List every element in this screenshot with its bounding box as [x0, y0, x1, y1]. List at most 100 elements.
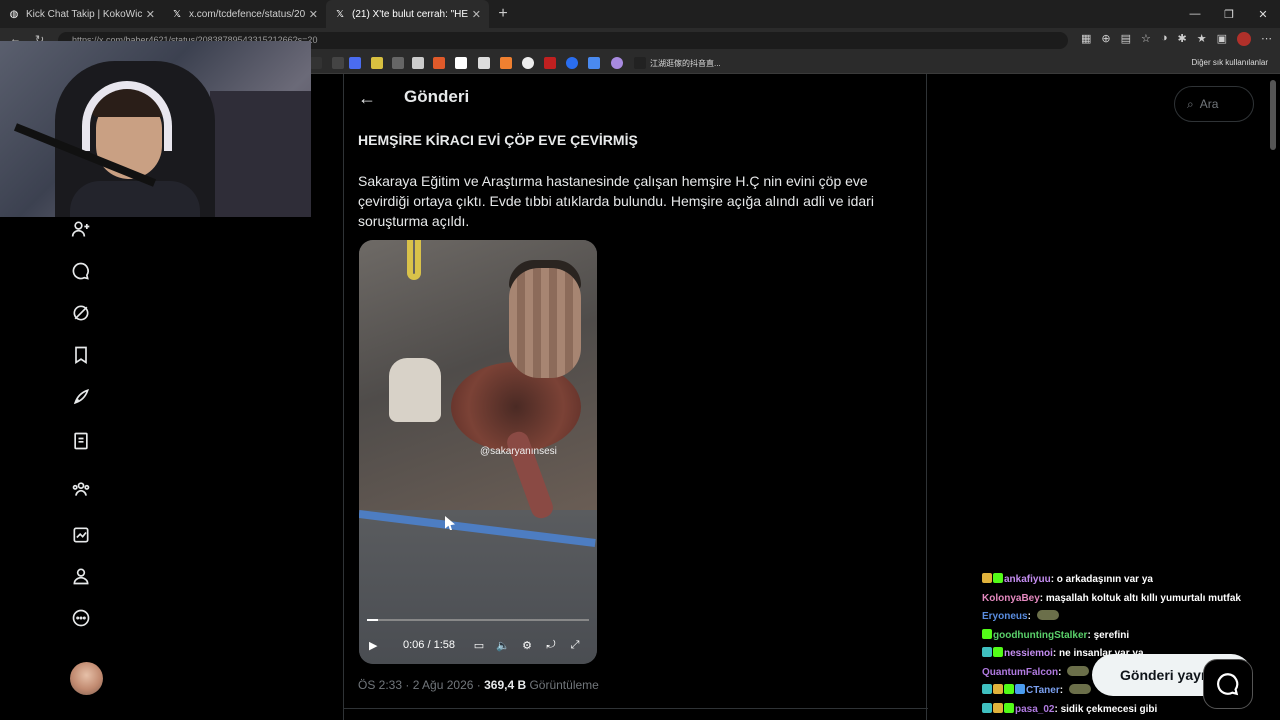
chat-username: nessiemoi: [1004, 648, 1053, 659]
bookmark-icon[interactable]: [310, 57, 322, 69]
chat-badge-icon: [1004, 702, 1014, 713]
back-arrow-icon[interactable]: ←: [358, 88, 376, 109]
globe-icon: ◍: [9, 8, 19, 20]
bookmark-icon[interactable]: [332, 57, 344, 69]
fullscreen-icon[interactable]: ⤢: [563, 639, 587, 652]
follow-icon[interactable]: [70, 218, 92, 240]
bookmark-icon[interactable]: [566, 57, 578, 69]
x-logo-icon: 𝕏: [172, 8, 182, 20]
search-input[interactable]: ⌕ Ara: [1174, 86, 1254, 122]
page-title: Gönderi: [404, 87, 470, 106]
video-player[interactable]: @sakaryanınsesi ▶ 0:06 / 1:58 ▭ 🔈 ⚙ ⤾ ⤢: [359, 240, 597, 664]
zoom-icon[interactable]: ⊕: [1101, 32, 1110, 46]
extension-icon[interactable]: ◑: [1161, 32, 1168, 46]
chat-message: ankafiyuu: o arkadaşının var ya: [982, 571, 1272, 590]
chat-username: CTaner: [1026, 685, 1060, 696]
tab-x-tcdefence[interactable]: 𝕏 x.com/tcdefence/status/20801964 ✕: [163, 0, 326, 28]
chat-message: goodhuntingStalker: şerefini: [982, 627, 1272, 646]
pixelated-face: [509, 268, 581, 378]
background-shelf: [210, 91, 311, 217]
browser-tab-strip: ◍ Kick Chat Takip | KokoWich ✕ 𝕏 x.com/t…: [0, 0, 1280, 28]
more-icon[interactable]: [70, 607, 92, 629]
video-time: 0:06 / 1:58: [403, 639, 455, 651]
bookmark-icon[interactable]: [455, 57, 467, 69]
emote-icon: [1036, 610, 1059, 620]
chat-badge-icon: [982, 702, 992, 713]
close-icon[interactable]: ✕: [146, 8, 155, 21]
new-tab-button[interactable]: +: [489, 5, 517, 23]
emote-icon: [1067, 665, 1090, 676]
emote-icon: [1068, 684, 1091, 694]
browser-toolbar-icons: ▦ ⊕ ▤ ☆ ◑ ✱ ★ ▣ ⋯: [1081, 32, 1272, 46]
close-icon[interactable]: ✕: [472, 8, 481, 21]
chat-badge-icon: [1015, 684, 1025, 694]
other-bookmarks[interactable]: Diğer sık kullanılanlar: [1192, 58, 1268, 67]
tab-label: Kick Chat Takip | KokoWich: [26, 8, 142, 20]
window-controls: — ❐ ✕: [1178, 0, 1280, 28]
tiktok-icon[interactable]: [634, 57, 646, 69]
puzzle-icon[interactable]: ✱: [1178, 32, 1187, 46]
chat-badge-icon: [993, 702, 1003, 713]
minimize-icon[interactable]: —: [1178, 0, 1212, 28]
communities-icon[interactable]: [70, 478, 92, 500]
bookmark-icon[interactable]: [371, 57, 383, 69]
bookmark-icon[interactable]: [588, 57, 600, 69]
messages-fab[interactable]: [1203, 659, 1253, 709]
profile-avatar[interactable]: [1237, 32, 1251, 46]
bookmark-icon[interactable]: [349, 57, 361, 69]
favorites-icon[interactable]: ★: [1197, 32, 1207, 46]
post-timestamp: ÖS 2:33 · 2 Ağu 2026 ·: [358, 678, 485, 692]
favorite-star-icon[interactable]: ☆: [1141, 32, 1151, 46]
messages-icon[interactable]: [70, 260, 92, 282]
chat-bubble-icon: [1217, 673, 1239, 696]
post-body: Sakaraya Eğitim ve Araştırma hastanesind…: [358, 173, 874, 229]
bookmark-icon[interactable]: [544, 57, 556, 69]
close-window-icon[interactable]: ✕: [1246, 0, 1280, 28]
bookmark-icon[interactable]: [392, 57, 404, 69]
tab-x-post-active[interactable]: 𝕏 (21) X'te bulut cerrah: "HEMŞİRE K ✕: [326, 0, 489, 28]
close-icon[interactable]: ✕: [309, 8, 318, 21]
lists-icon[interactable]: [70, 430, 92, 452]
volume-icon[interactable]: 🔈: [491, 639, 515, 652]
bookmarks-icon[interactable]: [70, 344, 92, 366]
chat-badge-icon: [993, 573, 1003, 583]
profile-icon[interactable]: [70, 565, 92, 587]
bookmark-icon[interactable]: [522, 57, 534, 69]
video-progress-bar[interactable]: [367, 619, 589, 621]
tab-label: x.com/tcdefence/status/20801964: [189, 8, 305, 20]
bookmark-icon[interactable]: [478, 57, 490, 69]
search-placeholder: Ara: [1199, 97, 1219, 111]
chat-badge-icon: [982, 628, 992, 639]
yellow-pipe: [407, 240, 421, 280]
search-icon: ⌕: [1187, 97, 1194, 111]
divider: [344, 708, 928, 709]
x-logo-icon: 𝕏: [335, 8, 345, 20]
captions-icon[interactable]: ▭: [467, 639, 491, 652]
analytics-icon[interactable]: [70, 524, 92, 546]
account-avatar[interactable]: [70, 662, 103, 695]
restore-icon[interactable]: ❐: [1212, 0, 1246, 28]
split-screen-icon[interactable]: ▦: [1081, 32, 1091, 46]
view-count: 369,4 B: [484, 678, 527, 692]
chat-username: Eryoneus: [982, 611, 1028, 622]
bookmark-icon[interactable]: [433, 57, 445, 69]
bookmark-label[interactable]: 江湖逛傢的抖音直...: [650, 58, 721, 69]
tab-kick-chat[interactable]: ◍ Kick Chat Takip | KokoWich ✕: [0, 0, 163, 28]
rocket-icon[interactable]: [70, 386, 92, 408]
play-icon[interactable]: ▶: [369, 639, 383, 652]
chat-text: sidik çekmecesi gibi: [1060, 703, 1158, 715]
post-column: ← Gönderi HEMŞİRE KİRACI EVİ ÇÖP EVE ÇEV…: [343, 74, 928, 720]
chat-username: KolonyaBey: [982, 592, 1040, 604]
bookmark-icon[interactable]: [611, 57, 623, 69]
collections-icon[interactable]: ▣: [1217, 32, 1227, 46]
settings-icon[interactable]: ⚙: [515, 639, 539, 652]
grok-icon[interactable]: [70, 302, 92, 324]
views-label: Görüntüleme: [526, 678, 599, 692]
rotate-icon[interactable]: ⤾: [539, 639, 563, 652]
scrollbar[interactable]: [1270, 80, 1276, 150]
bookmark-icon[interactable]: [412, 57, 424, 69]
more-menu-icon[interactable]: ⋯: [1261, 32, 1272, 46]
reader-icon[interactable]: ▤: [1121, 32, 1131, 46]
bookmark-icon[interactable]: [500, 57, 512, 69]
chat-badge-icon: [993, 647, 1003, 657]
